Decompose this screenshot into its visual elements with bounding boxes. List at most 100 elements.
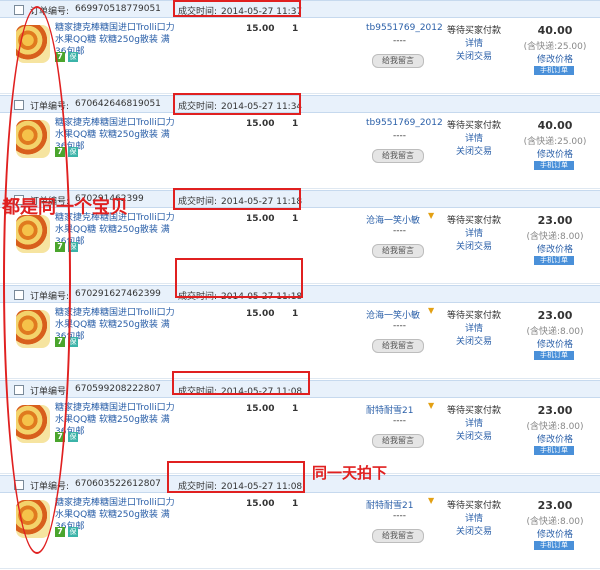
quantity: 1	[292, 119, 299, 129]
close-trade-link[interactable]: 关闭交易	[446, 144, 502, 157]
highlight-time-5	[172, 371, 310, 395]
order-number: 670603522612807	[75, 479, 161, 489]
mobile-order-badge: 手机订单	[534, 66, 574, 75]
flag-icon: ▼	[428, 401, 435, 410]
modify-price-link[interactable]: 修改价格	[530, 52, 580, 65]
order-number: 669970518779051	[75, 4, 161, 14]
order-status: 等待买家付款	[446, 216, 501, 226]
unit-price: 15.00	[246, 24, 275, 34]
order-number: 670291627462399	[75, 289, 161, 299]
detail-link[interactable]: 详情	[446, 416, 502, 429]
order-total: 23.00	[537, 404, 573, 417]
buyer-remark: ----	[393, 511, 406, 521]
modify-price-link[interactable]: 修改价格	[530, 337, 580, 350]
quantity: 1	[292, 309, 299, 319]
highlight-empty	[175, 258, 303, 298]
order-checkbox[interactable]	[14, 5, 24, 15]
order-status: 等待买家付款	[446, 26, 501, 36]
order-body: 糖家捷克棒糖国进口Trolli口力水果QQ糖 软糖250g散装 满36包邮 7 …	[0, 113, 600, 189]
buyer-link[interactable]: 沧海一笑小敏	[366, 308, 420, 321]
quantity: 1	[292, 404, 299, 414]
buyer-link[interactable]: tb9551769_2012	[366, 23, 443, 33]
modify-price-link[interactable]: 修改价格	[530, 147, 580, 160]
quantity: 1	[292, 24, 299, 34]
flag-icon: ▼	[428, 306, 435, 315]
unit-price: 15.00	[246, 119, 275, 129]
order-total: 40.00	[537, 24, 573, 37]
buyer-remark: ----	[393, 416, 406, 426]
detail-link[interactable]: 详情	[446, 321, 502, 334]
shipping-fee: (含快递:8.00)	[526, 517, 584, 527]
close-trade-link[interactable]: 关闭交易	[446, 49, 502, 62]
leave-message-button[interactable]: 给我留言	[372, 339, 424, 353]
order-body: 糖家捷克棒糖国进口Trolli口力水果QQ糖 软糖250g散装 满36包邮 7 …	[0, 18, 600, 94]
close-trade-link[interactable]: 关闭交易	[446, 429, 502, 442]
buyer-link[interactable]: tb9551769_2012	[366, 118, 443, 128]
order-item: 订单编号: 670291627462399 成交时间: 2014-05-27 11…	[0, 285, 600, 380]
detail-link[interactable]: 详情	[446, 511, 502, 524]
leave-message-button[interactable]: 给我留言	[372, 54, 424, 68]
seven-day-return-icon: 7	[55, 527, 65, 537]
modify-price-link[interactable]: 修改价格	[530, 242, 580, 255]
close-trade-link[interactable]: 关闭交易	[446, 334, 502, 347]
order-status: 等待买家付款	[446, 121, 501, 131]
buyer-link[interactable]: 耐特耐雪21	[366, 403, 413, 416]
leave-message-button[interactable]: 给我留言	[372, 244, 424, 258]
guarantee-icon: 保	[68, 432, 78, 442]
detail-link[interactable]: 详情	[446, 226, 502, 239]
quantity: 1	[292, 214, 299, 224]
modify-price-link[interactable]: 修改价格	[530, 527, 580, 540]
order-total: 23.00	[537, 499, 573, 512]
order-total: 23.00	[537, 309, 573, 322]
mobile-order-badge: 手机订单	[534, 541, 574, 550]
buyer-remark: ----	[393, 131, 406, 141]
order-body: 糖家捷克棒糖国进口Trolli口力水果QQ糖 软糖250g散装 满36包邮 7 …	[0, 493, 600, 569]
highlight-time-6	[167, 461, 305, 493]
order-status: 等待买家付款	[446, 311, 501, 321]
order-total: 23.00	[537, 214, 573, 227]
quantity: 1	[292, 499, 299, 509]
annotation-same-day: 同一天拍下	[312, 464, 388, 482]
order-total: 40.00	[537, 119, 573, 132]
flag-icon: ▼	[428, 211, 435, 220]
unit-price: 15.00	[246, 404, 275, 414]
unit-price: 15.00	[246, 499, 275, 509]
order-body: 糖家捷克棒糖国进口Trolli口力水果QQ糖 软糖250g散装 满36包邮 7 …	[0, 303, 600, 379]
order-status: 等待买家付款	[446, 406, 501, 416]
shipping-fee: (含快递:25.00)	[523, 137, 587, 147]
order-status: 等待买家付款	[446, 501, 501, 511]
leave-message-button[interactable]: 给我留言	[372, 149, 424, 163]
unit-price: 15.00	[246, 214, 275, 224]
leave-message-button[interactable]: 给我留言	[372, 529, 424, 543]
unit-price: 15.00	[246, 309, 275, 319]
highlight-time-2	[173, 93, 301, 115]
shipping-fee: (含快递:25.00)	[523, 42, 587, 52]
order-number: 670599208222807	[75, 384, 161, 394]
close-trade-link[interactable]: 关闭交易	[446, 524, 502, 537]
buyer-remark: ----	[393, 226, 406, 236]
highlight-ellipse	[3, 6, 71, 554]
detail-link[interactable]: 详情	[446, 131, 502, 144]
mobile-order-badge: 手机订单	[534, 446, 574, 455]
modify-price-link[interactable]: 修改价格	[530, 432, 580, 445]
annotation-same-item: 都是同一个宝贝	[2, 197, 128, 218]
highlight-time-3	[173, 188, 301, 210]
flag-icon: ▼	[428, 496, 435, 505]
highlight-time-1	[173, 0, 301, 17]
shipping-fee: (含快递:8.00)	[526, 232, 584, 242]
buyer-link[interactable]: 沧海一笑小敏	[366, 213, 420, 226]
buyer-link[interactable]: 耐特耐雪21	[366, 498, 413, 511]
mobile-order-badge: 手机订单	[534, 256, 574, 265]
buyer-remark: ----	[393, 36, 406, 46]
shipping-fee: (含快递:8.00)	[526, 422, 584, 432]
guarantee-icon: 保	[68, 527, 78, 537]
detail-link[interactable]: 详情	[446, 36, 502, 49]
mobile-order-badge: 手机订单	[534, 351, 574, 360]
buyer-remark: ----	[393, 321, 406, 331]
guarantee-icon: 保	[68, 147, 78, 157]
guarantee-icon: 保	[68, 52, 78, 62]
close-trade-link[interactable]: 关闭交易	[446, 239, 502, 252]
leave-message-button[interactable]: 给我留言	[372, 434, 424, 448]
shipping-fee: (含快递:8.00)	[526, 327, 584, 337]
mobile-order-badge: 手机订单	[534, 161, 574, 170]
